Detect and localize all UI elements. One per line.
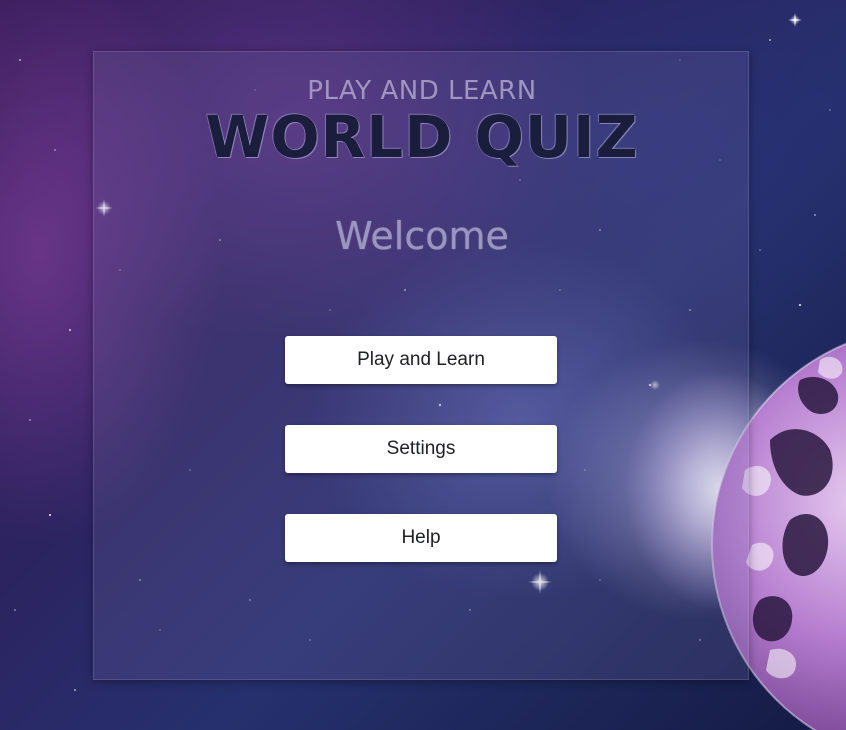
settings-button[interactable]: Settings: [285, 425, 557, 473]
welcome-heading: Welcome: [335, 214, 509, 258]
play-and-learn-button[interactable]: Play and Learn: [285, 336, 557, 384]
app-subtitle: PLAY AND LEARN: [307, 76, 537, 106]
app-background: PLAY AND LEARN WORLD QUIZ Welcome Play a…: [0, 0, 846, 730]
main-menu-panel: PLAY AND LEARN WORLD QUIZ Welcome Play a…: [93, 51, 749, 680]
app-title: WORLD QUIZ: [205, 103, 639, 171]
help-button[interactable]: Help: [285, 514, 557, 562]
